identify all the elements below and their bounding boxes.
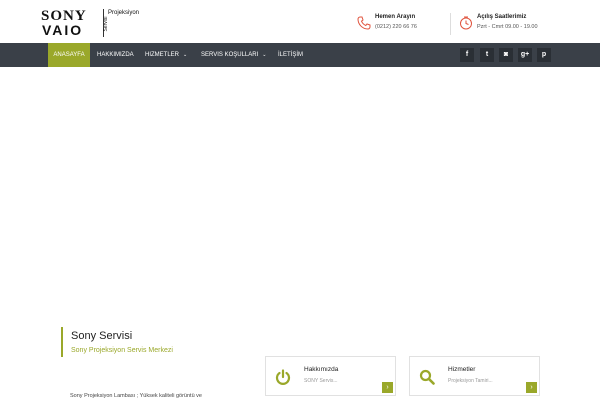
nav-item-hizmetler[interactable]: HIZMETLER ⌄ xyxy=(145,43,187,67)
accent-bar xyxy=(61,327,63,357)
power-icon xyxy=(275,369,291,385)
pinterest-icon[interactable]: p xyxy=(537,48,551,62)
chevron-down-icon: ⌄ xyxy=(262,52,267,58)
header-divider xyxy=(450,13,451,35)
twitter-icon[interactable]: t xyxy=(480,48,494,62)
card-title: Hizmetler xyxy=(448,366,476,373)
card-title: Hakkımızda xyxy=(304,366,339,373)
nav-item-label: HIZMETLER xyxy=(145,52,180,58)
logo-brand-bottom: VAIO xyxy=(42,22,84,38)
service-card-hakkimizda[interactable]: Hakkımızda SONY Servis... › xyxy=(265,356,396,396)
contact-hours-title: Açılış Saatlerimiz xyxy=(477,14,527,20)
about-title: Sony Servisi xyxy=(71,330,133,342)
nav-item-anasayfa[interactable]: ANASAYFA xyxy=(48,43,90,67)
card-text: SONY Servis... xyxy=(304,378,338,384)
chevron-right-icon[interactable]: › xyxy=(526,382,537,393)
contact-hours: Açılış Saatlerimiz Pzrt - Cmrt 09.00 - 1… xyxy=(459,14,554,36)
main-nav: ANASAYFA HAKKIMIZDA HIZMETLER ⌄ SERVIS KO… xyxy=(0,43,600,67)
logo-right-text: Projeksiyon xyxy=(108,10,140,16)
nav-item-label: İLETİŞİM xyxy=(278,52,304,58)
nav-item-servis-kosullari[interactable]: SERVIS KOŞULLARI ⌄ xyxy=(201,43,266,67)
nav-item-label: SERVIS KOŞULLARI xyxy=(201,52,259,58)
card-text: Projeksiyon Tamiri... xyxy=(448,378,493,384)
logo-brand-top: SONY xyxy=(41,8,87,24)
facebook-icon[interactable]: f xyxy=(460,48,474,62)
nav-item-iletisim[interactable]: İLETİŞİM xyxy=(278,43,303,67)
nav-item-hakkimizda[interactable]: HAKKIMIZDA xyxy=(97,43,134,67)
sony-vaio-logo[interactable]: SONY VAIO Servisi Projeksiyon xyxy=(41,9,141,37)
logo-side-text: Servisi xyxy=(103,16,109,32)
instagram-icon[interactable]: ◙ xyxy=(499,48,513,62)
about-section: Sony Servisi Sony Projeksiyon Servis Mer… xyxy=(61,327,251,399)
nav-item-label: HAKKIMIZDA xyxy=(97,52,134,58)
search-icon xyxy=(419,369,435,385)
hero-slider xyxy=(0,67,600,325)
phone-icon xyxy=(357,16,371,30)
chevron-down-icon: ⌄ xyxy=(183,52,188,58)
contact-phone-title: Hemen Arayın xyxy=(375,14,416,20)
google-plus-icon[interactable]: g+ xyxy=(518,48,532,62)
contact-phone-number[interactable]: (0212) 220 66 76 xyxy=(375,24,417,30)
chevron-right-icon[interactable]: › xyxy=(382,382,393,393)
site-header: SONY VAIO Servisi Projeksiyon Hemen Aray… xyxy=(0,0,600,43)
about-subtitle: Sony Projeksiyon Servis Merkezi xyxy=(71,347,173,354)
contact-hours-detail: Pzrt - Cmrt 09.00 - 19.00 xyxy=(477,24,538,30)
contact-phone: Hemen Arayın (0212) 220 66 76 xyxy=(357,14,442,36)
clock-icon xyxy=(460,16,472,30)
nav-item-label: ANASAYFA xyxy=(53,52,85,58)
about-description: Sony Projeksiyon Lambası ; Yüksek kalite… xyxy=(70,393,202,399)
service-card-hizmetler[interactable]: Hizmetler Projeksiyon Tamiri... › xyxy=(409,356,540,396)
